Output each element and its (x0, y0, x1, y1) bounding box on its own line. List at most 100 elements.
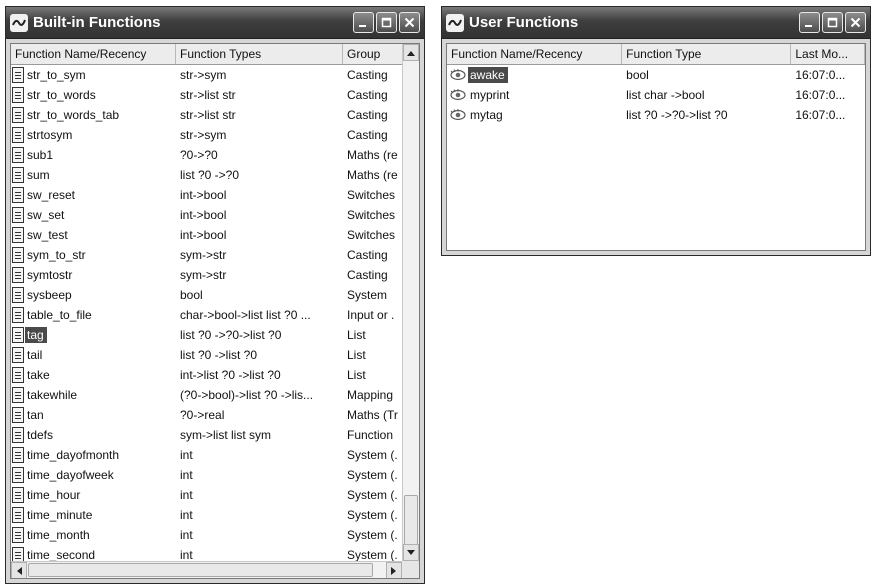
function-name-cell[interactable]: time_dayofweek (11, 467, 176, 483)
table-row[interactable]: sub1 ?0->?0 Maths (re (11, 145, 419, 165)
close-button[interactable] (845, 12, 866, 33)
minimize-button[interactable] (799, 12, 820, 33)
function-name-cell[interactable]: sw_test (11, 227, 176, 243)
document-icon (12, 87, 24, 103)
minimize-button[interactable] (353, 12, 374, 33)
table-row[interactable]: str_to_words str->list str Casting (11, 85, 419, 105)
table-row[interactable]: sysbeep bool System (11, 285, 419, 305)
table-row[interactable]: take int->list ?0 ->list ?0 List (11, 365, 419, 385)
function-group: Switches (347, 188, 396, 202)
function-name-cell[interactable]: time_month (11, 527, 176, 543)
function-type: list ?0 ->?0->list ?0 (626, 108, 728, 122)
table-row[interactable]: time_dayofweek int System (. (11, 465, 419, 485)
function-name-cell[interactable]: strtosym (11, 127, 176, 143)
column-header-last-modified[interactable]: Last Mo... (791, 44, 865, 64)
table-row[interactable]: sw_set int->bool Switches (11, 205, 419, 225)
close-button[interactable] (399, 12, 420, 33)
table-row[interactable]: takewhile (?0->bool)->list ?0 ->lis... Map… (11, 385, 419, 405)
table-row[interactable]: sum list ?0 ->?0 Maths (re (11, 165, 419, 185)
vertical-scrollbar[interactable] (402, 44, 419, 561)
table-row[interactable]: strtosym str->sym Casting (11, 125, 419, 145)
function-name-cell[interactable]: time_hour (11, 487, 176, 503)
function-name-cell[interactable]: tdefs (11, 427, 176, 443)
table-row[interactable]: mytag list ?0 ->?0->list ?0 16:07:0... (447, 105, 865, 125)
user-list[interactable]: Function Name/Recency Function Type Last… (446, 43, 866, 251)
table-row[interactable]: symtostr sym->str Casting (11, 265, 419, 285)
column-header-types[interactable]: Function Types (176, 44, 343, 64)
table-row[interactable]: str_to_words_tab str->list str Casting (11, 105, 419, 125)
table-row[interactable]: time_month int System (. (11, 525, 419, 545)
function-name: table_to_file (27, 308, 92, 322)
function-name-cell[interactable]: sub1 (11, 147, 176, 163)
function-group: Input or . (347, 308, 395, 322)
function-group: System (. (347, 468, 398, 482)
function-name-cell[interactable]: awake (447, 67, 622, 83)
table-row[interactable]: tdefs sym->list list sym Function (11, 425, 419, 445)
close-icon (404, 17, 415, 28)
table-row[interactable]: tag list ?0 ->?0->list ?0 List (11, 325, 419, 345)
builtin-list[interactable]: Function Name/Recency Function Types Gro… (10, 43, 420, 579)
table-row[interactable]: time_dayofmonth int System (. (11, 445, 419, 465)
horizontal-scrollbar[interactable] (11, 561, 419, 578)
table-row[interactable]: str_to_sym str->sym Casting (11, 65, 419, 85)
builtin-rows: str_to_sym str->sym Casting str_to_words str… (11, 65, 419, 565)
function-type: char->bool->list list ?0 ... (180, 308, 311, 322)
function-name-cell[interactable]: sym_to_str (11, 247, 176, 263)
function-name-cell[interactable]: tail (11, 347, 176, 363)
function-name-cell[interactable]: sw_set (11, 207, 176, 223)
scroll-up-button[interactable] (403, 44, 419, 61)
scroll-down-button[interactable] (403, 544, 419, 561)
function-name-cell[interactable]: str_to_words_tab (11, 107, 176, 123)
function-name: mytag (470, 108, 503, 122)
function-name-cell[interactable]: takewhile (11, 387, 176, 403)
function-name-cell[interactable]: table_to_file (11, 307, 176, 323)
function-name-cell[interactable]: mytag (447, 107, 622, 123)
table-row[interactable]: sw_test int->bool Switches (11, 225, 419, 245)
function-name-cell[interactable]: tag (11, 327, 176, 343)
table-row[interactable]: awake bool 16:07:0... (447, 65, 865, 85)
function-group: Casting (347, 268, 388, 282)
function-name-cell[interactable]: myprint (447, 87, 622, 103)
table-row[interactable]: sym_to_str sym->str Casting (11, 245, 419, 265)
function-name-cell[interactable]: take (11, 367, 176, 383)
table-row[interactable]: time_hour int System (. (11, 485, 419, 505)
resize-grip[interactable] (402, 561, 419, 578)
column-header-group[interactable]: Group (343, 44, 405, 64)
vertical-scroll-thumb[interactable] (404, 495, 418, 545)
last-modified: 16:07:0... (795, 108, 846, 122)
user-titlebar[interactable]: User Functions (442, 7, 870, 39)
function-name-cell[interactable]: time_dayofmonth (11, 447, 176, 463)
table-row[interactable]: myprint list char ->bool 16:07:0... (447, 85, 865, 105)
document-icon (12, 527, 24, 543)
column-header-type[interactable]: Function Type (622, 44, 792, 64)
builtin-titlebar[interactable]: Built-in Functions (6, 7, 424, 39)
eye-icon (449, 88, 467, 102)
function-group: System (. (347, 448, 398, 462)
table-row[interactable]: time_minute int System (. (11, 505, 419, 525)
horizontal-scroll-thumb[interactable] (28, 563, 373, 577)
table-row[interactable]: sw_reset int->bool Switches (11, 185, 419, 205)
function-name-cell[interactable]: sw_reset (11, 187, 176, 203)
column-header-name[interactable]: Function Name/Recency (447, 44, 623, 64)
document-icon (12, 467, 24, 483)
function-name-cell[interactable]: sum (11, 167, 176, 183)
document-icon (12, 367, 24, 383)
function-group: List (347, 368, 366, 382)
table-row[interactable]: tail list ?0 ->list ?0 List (11, 345, 419, 365)
table-row[interactable]: tan ?0->real Maths (Tr (11, 405, 419, 425)
column-header-name[interactable]: Function Name/Recency (11, 44, 176, 64)
scroll-right-button[interactable] (386, 562, 402, 578)
maximize-button[interactable] (822, 12, 843, 33)
function-group: Casting (347, 108, 388, 122)
function-name-cell[interactable]: symtostr (11, 267, 176, 283)
function-name-cell[interactable]: str_to_sym (11, 67, 176, 83)
table-row[interactable]: table_to_file char->bool->list list ?0 ..… (11, 305, 419, 325)
document-icon (12, 247, 24, 263)
scroll-left-button[interactable] (11, 562, 27, 578)
function-name: sym_to_str (27, 248, 86, 262)
function-name-cell[interactable]: tan (11, 407, 176, 423)
function-name-cell[interactable]: str_to_words (11, 87, 176, 103)
function-name-cell[interactable]: time_minute (11, 507, 176, 523)
function-name-cell[interactable]: sysbeep (11, 287, 176, 303)
maximize-button[interactable] (376, 12, 397, 33)
